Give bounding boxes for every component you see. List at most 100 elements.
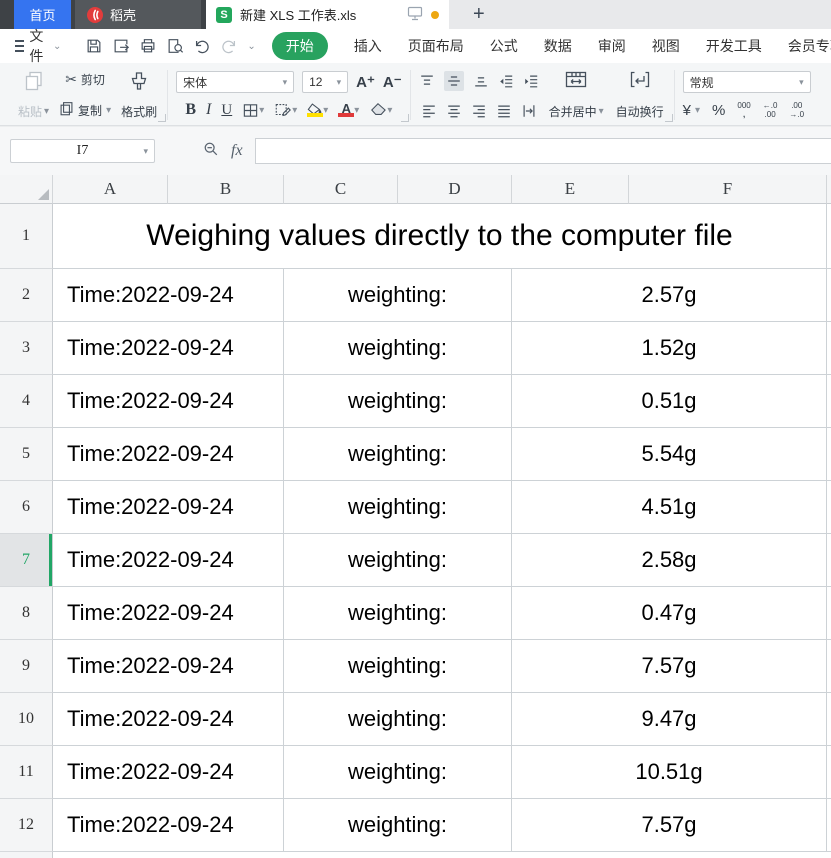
quick-access-more-icon[interactable]: ⌄	[247, 41, 255, 52]
cell-weighting-label[interactable]: weighting:	[284, 799, 512, 852]
increase-decimal-button[interactable]: ←.0 .00	[763, 101, 778, 119]
fill-color-button[interactable]: ▾	[307, 103, 328, 117]
tab-review[interactable]: 审阅	[598, 36, 626, 56]
font-size-select[interactable]: 12 ▾	[302, 71, 348, 93]
text-orientation-icon[interactable]	[521, 103, 537, 119]
wrap-text-button[interactable]: 自动换行	[614, 68, 666, 122]
cell-weight-value[interactable]: 2.58g	[512, 534, 827, 587]
cell-time[interactable]: Time:2022-09-24	[53, 534, 284, 587]
cell-weighting-label[interactable]: weighting:	[284, 534, 512, 587]
clear-format-button[interactable]: ▾	[369, 102, 392, 118]
row-header-9[interactable]: 9	[0, 640, 53, 693]
row-header-6[interactable]: 6	[0, 481, 53, 534]
cell-time[interactable]: Time:2022-09-24	[53, 640, 284, 693]
comma-style-button[interactable]: 000 ,	[737, 101, 750, 119]
cut-button[interactable]: ✂ 剪切	[65, 71, 105, 88]
insert-function-button[interactable]: fx	[231, 142, 243, 160]
cell-time[interactable]: Time:2022-09-24	[53, 322, 284, 375]
decrease-decimal-button[interactable]: .00 →.0	[789, 101, 804, 119]
tab-formulas[interactable]: 公式	[490, 36, 518, 56]
cell-weight-value[interactable]: 10.51g	[512, 746, 827, 799]
percent-button[interactable]: %	[712, 102, 725, 119]
justify-icon[interactable]	[496, 103, 512, 119]
tab-insert[interactable]: 插入	[354, 36, 382, 56]
cell-weighting-label[interactable]: weighting:	[284, 322, 512, 375]
italic-button[interactable]: I	[206, 101, 211, 119]
shrink-font-button[interactable]: A⁻	[383, 73, 402, 91]
cell-weighting-label[interactable]: weighting:	[284, 375, 512, 428]
align-bottom-icon[interactable]	[473, 73, 489, 89]
copy-button[interactable]: 复制 ▾	[59, 101, 111, 119]
cell-time[interactable]: Time:2022-09-24	[53, 481, 284, 534]
align-center-icon[interactable]	[446, 103, 462, 119]
redo-icon[interactable]	[220, 37, 238, 55]
paste-button[interactable]: 粘贴▾	[16, 68, 51, 122]
save-as-icon[interactable]	[112, 37, 130, 55]
column-header-f[interactable]: F	[629, 175, 827, 204]
zoom-search-icon[interactable]	[203, 141, 219, 162]
cell-weighting-label[interactable]: weighting:	[284, 693, 512, 746]
cell-weighting-label[interactable]: weighting:	[284, 269, 512, 322]
cell-weighting-label[interactable]: weighting:	[284, 587, 512, 640]
merge-center-button[interactable]: 合并居中▾	[547, 68, 606, 122]
row-header-12[interactable]: 12	[0, 799, 53, 852]
cell-time[interactable]: Time:2022-09-24	[53, 375, 284, 428]
tab-page-layout[interactable]: 页面布局	[408, 36, 464, 56]
tab-developer[interactable]: 开发工具	[706, 36, 762, 56]
row-header-7-active[interactable]: 7	[0, 534, 53, 587]
row-header-8[interactable]: 8	[0, 587, 53, 640]
tab-home[interactable]: 首页	[14, 0, 71, 29]
align-middle-icon[interactable]	[444, 71, 464, 91]
column-header-b[interactable]: B	[168, 175, 284, 204]
cell-title-merged[interactable]: Weighing values directly to the computer…	[53, 204, 827, 269]
underline-button[interactable]: U	[221, 102, 232, 119]
cell-weighting-label[interactable]: weighting:	[284, 746, 512, 799]
tab-data[interactable]: 数据	[544, 36, 572, 56]
cell-weight-value[interactable]: 5.54g	[512, 428, 827, 481]
column-header-a[interactable]: A	[53, 175, 168, 204]
increase-indent-icon[interactable]	[523, 73, 539, 89]
select-all-corner[interactable]	[0, 175, 53, 204]
borders-button[interactable]: ▾	[242, 102, 264, 119]
cell-weight-value[interactable]: 4.51g	[512, 481, 827, 534]
currency-button[interactable]: ¥ ▾	[683, 102, 700, 119]
row-header-10[interactable]: 10	[0, 693, 53, 746]
row-header-5[interactable]: 5	[0, 428, 53, 481]
cell-weight-value[interactable]: 7.57g	[512, 640, 827, 693]
format-painter-button[interactable]: 格式刷	[119, 68, 159, 122]
column-header-e[interactable]: E	[512, 175, 629, 204]
draw-border-button[interactable]: ▾	[274, 101, 297, 119]
row-header-3[interactable]: 3	[0, 322, 53, 375]
cell-time[interactable]: Time:2022-09-24	[53, 587, 284, 640]
font-color-button[interactable]: A ▾	[338, 103, 359, 117]
cell-weighting-label[interactable]: weighting:	[284, 640, 512, 693]
row-header-11[interactable]: 11	[0, 746, 53, 799]
save-icon[interactable]	[85, 37, 103, 55]
cell-weight-value[interactable]: 1.52g	[512, 322, 827, 375]
cell-time[interactable]: Time:2022-09-24	[53, 693, 284, 746]
bold-button[interactable]: B	[185, 101, 196, 119]
cell-weight-value[interactable]: 0.47g	[512, 587, 827, 640]
cell-time[interactable]: Time:2022-09-24	[53, 799, 284, 852]
row-header-2[interactable]: 2	[0, 269, 53, 322]
tab-home-ribbon[interactable]: 开始	[272, 32, 328, 60]
row-header-1[interactable]: 1	[0, 204, 53, 269]
cell-weight-value[interactable]: 0.51g	[512, 375, 827, 428]
sync-monitor-icon[interactable]	[407, 5, 423, 24]
new-tab-button[interactable]: +	[449, 0, 509, 29]
print-icon[interactable]	[139, 37, 157, 55]
font-name-select[interactable]: 宋体 ▾	[176, 71, 294, 93]
tab-document-active[interactable]: S 新建 XLS 工作表.xls	[206, 0, 449, 29]
tab-docer[interactable]: 稻壳	[75, 0, 201, 29]
cell-weight-value[interactable]: 7.57g	[512, 799, 827, 852]
align-top-icon[interactable]	[419, 73, 435, 89]
column-header-d[interactable]: D	[398, 175, 512, 204]
cell-weighting-label[interactable]: weighting:	[284, 481, 512, 534]
align-left-icon[interactable]	[421, 103, 437, 119]
tab-member[interactable]: 会员专享	[788, 36, 831, 56]
cell-time[interactable]: Time:2022-09-24	[53, 428, 284, 481]
name-box[interactable]: I7 ▾	[10, 139, 155, 163]
print-preview-icon[interactable]	[166, 37, 184, 55]
row-header-4[interactable]: 4	[0, 375, 53, 428]
formula-input[interactable]	[255, 138, 831, 164]
